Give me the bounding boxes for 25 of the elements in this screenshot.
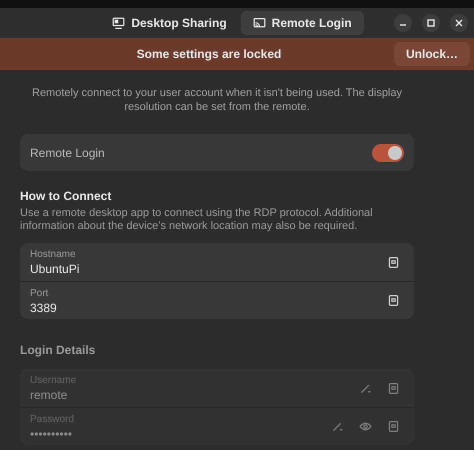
banner-text: Some settings are locked xyxy=(136,46,282,63)
toggle-switch[interactable] xyxy=(372,144,404,162)
cast-icon xyxy=(252,16,266,30)
field-value: UbuntuPi xyxy=(30,262,80,276)
field-label: Port xyxy=(30,286,50,300)
close-icon xyxy=(454,18,464,28)
tab[interactable]: Desktop Sharing xyxy=(100,11,239,35)
maximize-icon xyxy=(426,18,436,28)
section-text: Use a remote desktop app to connect using the RDP protocol. Additional information about the device’s network location may also be required. xyxy=(20,207,374,233)
unlock-button[interactable]: Unlock… xyxy=(394,42,470,66)
section-heading: How to Connect xyxy=(20,188,112,205)
section-heading: Login Details xyxy=(20,342,96,359)
field-value: 3389 xyxy=(30,300,58,314)
field-value: •••••••••• xyxy=(30,426,74,440)
monitor-icon xyxy=(112,16,126,30)
description-text: Remotely connect to your user account when it isn't being used. The display resolution can be set from the remote. xyxy=(31,86,403,114)
maximize-button[interactable] xyxy=(422,14,440,32)
copy-icon[interactable] xyxy=(387,294,400,307)
field-value: remote xyxy=(30,388,68,402)
tab[interactable]: Remote Login xyxy=(240,11,364,35)
minimize-button[interactable] xyxy=(394,14,412,32)
field-label: Hostname xyxy=(30,248,77,262)
copy-icon[interactable] xyxy=(387,256,400,268)
close-button[interactable] xyxy=(450,14,468,32)
row-label: Remote Login xyxy=(30,144,105,162)
